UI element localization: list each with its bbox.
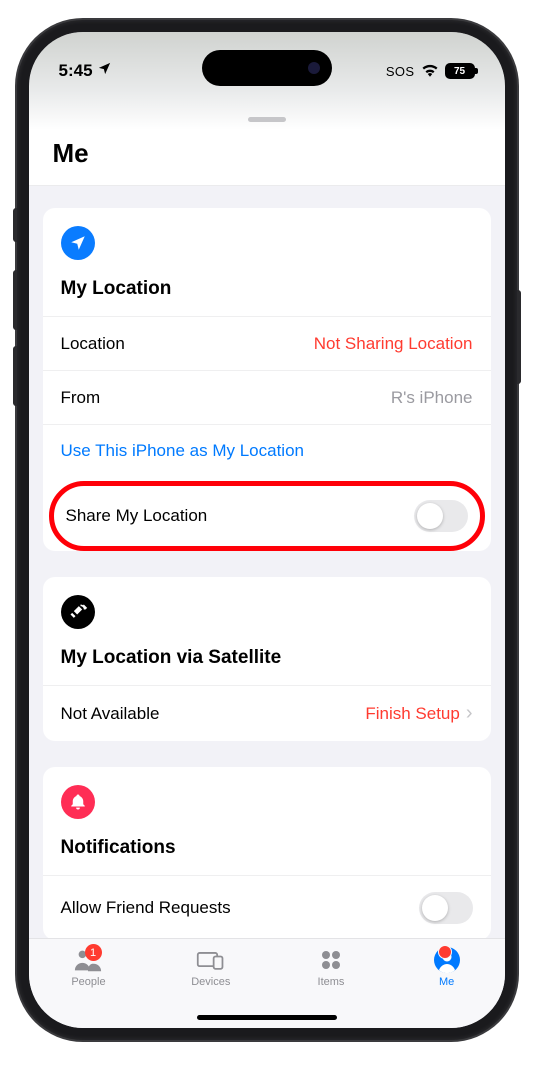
allow-friend-requests-row[interactable]: Allow Friend Requests <box>43 875 491 938</box>
link-text: Use This iPhone as My Location <box>61 441 304 460</box>
sos-indicator: SOS <box>386 64 415 79</box>
page-title: Me <box>53 138 481 169</box>
row-value: R's iPhone <box>391 388 473 408</box>
sheet-grabber[interactable] <box>248 117 286 122</box>
status-left: 5:45 <box>59 61 112 81</box>
me-badge <box>438 945 452 959</box>
highlight-callout: Share My Location <box>49 481 485 551</box>
share-location-toggle[interactable] <box>414 500 468 532</box>
phone-frame: 5:45 SOS 75 Me <box>17 20 517 1040</box>
card-title: My Location via Satellite <box>61 647 473 685</box>
page-header: Me <box>29 130 505 186</box>
tab-label: Devices <box>191 976 230 988</box>
items-icon <box>316 947 346 973</box>
power-button <box>517 290 521 384</box>
from-row[interactable]: From R's iPhone <box>43 370 491 424</box>
row-value: Not Sharing Location <box>314 334 473 354</box>
toggle-knob <box>417 503 443 529</box>
dynamic-island <box>202 50 332 86</box>
silence-switch <box>13 208 17 242</box>
use-this-iphone-link[interactable]: Use This iPhone as My Location <box>43 424 491 477</box>
home-indicator[interactable] <box>197 1015 337 1020</box>
content-scroll[interactable]: My Location Location Not Sharing Locatio… <box>29 186 505 938</box>
row-label: From <box>61 388 101 408</box>
screen: 5:45 SOS 75 Me <box>29 32 505 1028</box>
finish-setup-link: Finish Setup <box>365 704 460 724</box>
volume-down-button <box>13 346 17 406</box>
tab-label: People <box>71 976 105 988</box>
card-title: Notifications <box>61 837 473 875</box>
my-location-card: My Location Location Not Sharing Locatio… <box>43 208 491 551</box>
satellite-status-row[interactable]: Not Available Finish Setup › <box>43 685 491 741</box>
satellite-card: My Location via Satellite Not Available … <box>43 577 491 741</box>
tab-label: Items <box>318 976 345 988</box>
tab-bar: 1 People Devices Items Me <box>29 938 505 1028</box>
allow-friend-requests-toggle[interactable] <box>419 892 473 924</box>
toggle-knob <box>422 895 448 921</box>
battery-level: 75 <box>454 66 465 77</box>
sheet-top <box>29 90 505 130</box>
notifications-card: Notifications Allow Friend Requests <box>43 767 491 938</box>
row-label: Not Available <box>61 704 160 724</box>
bell-icon <box>61 785 95 819</box>
battery-icon: 75 <box>445 63 475 79</box>
people-badge: 1 <box>85 944 102 961</box>
satellite-icon <box>61 595 95 629</box>
card-title: My Location <box>61 278 473 316</box>
row-label: Share My Location <box>66 506 208 526</box>
share-my-location-row[interactable]: Share My Location <box>54 486 480 546</box>
chevron-right-icon: › <box>466 702 473 725</box>
devices-icon <box>196 947 226 973</box>
location-arrow-icon <box>97 61 112 81</box>
volume-up-button <box>13 270 17 330</box>
tab-devices[interactable]: Devices <box>191 947 230 988</box>
location-row[interactable]: Location Not Sharing Location <box>43 316 491 370</box>
status-time: 5:45 <box>59 61 93 81</box>
tab-people[interactable]: 1 People <box>71 947 105 988</box>
row-label: Location <box>61 334 125 354</box>
camera-dot <box>308 62 320 74</box>
tab-items[interactable]: Items <box>316 947 346 988</box>
wifi-icon <box>421 63 439 80</box>
tab-label: Me <box>439 976 454 988</box>
location-arrow-icon <box>61 226 95 260</box>
tab-me[interactable]: Me <box>432 947 462 988</box>
row-label: Allow Friend Requests <box>61 898 231 918</box>
status-right: SOS 75 <box>386 63 475 80</box>
